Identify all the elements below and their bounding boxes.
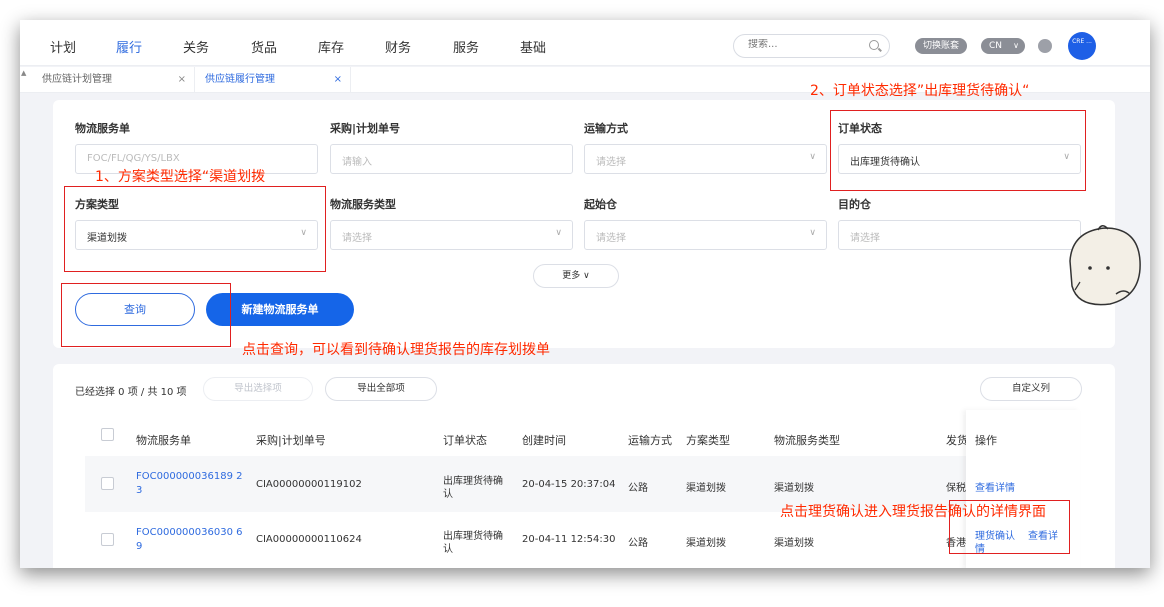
column-header: 创建时间 [522, 434, 566, 447]
purchase-no-field[interactable]: 请输入 [330, 144, 573, 174]
status-cell: 认 [443, 489, 453, 500]
nav-item-inventory[interactable]: 库存 [318, 37, 344, 56]
mascot-sticker-icon [1069, 225, 1141, 306]
view-details-link[interactable]: 查看详情 [975, 479, 1015, 494]
origin-warehouse-placeholder: 请选择 [596, 233, 626, 244]
language-label: CN [989, 41, 1003, 51]
switch-account-button[interactable]: 切换账套 [915, 38, 967, 54]
chevron-down-icon: ∨ [1013, 41, 1019, 50]
service-type-select[interactable]: 请选择 ∨ [330, 220, 573, 250]
tab-label: 供应链计划管理 [42, 74, 112, 85]
nav-item-plan[interactable]: 计划 [50, 37, 76, 56]
annotation-step1: 1、方案类型选择“渠道划拨 [95, 169, 266, 185]
service-type-cell: 渠道划拨 [774, 538, 814, 549]
status-cell: 认 [443, 544, 453, 555]
service-order-link[interactable]: 3 [136, 485, 142, 496]
annotation-query-note: 点击查询，可以看到待确认理货报告的库存划拨单 [242, 342, 550, 358]
created-time-cell: 20-04-15 20:37:04 [522, 479, 616, 490]
column-header: 方案类型 [686, 434, 730, 447]
collapse-arrow-icon[interactable]: ▲ [21, 69, 26, 77]
annotation-box-plan-type [64, 186, 326, 272]
column-header: 订单状态 [443, 434, 487, 447]
nav-item-goods[interactable]: 货品 [251, 37, 277, 56]
tab-supply-fulfillment[interactable]: 供应链履行管理 × [195, 67, 351, 93]
origin-warehouse-select[interactable]: 请选择 ∨ [584, 220, 827, 250]
transport-select[interactable]: 请选择 ∨ [584, 144, 827, 174]
annotation-box-order-status [830, 110, 1086, 191]
dest-warehouse-select[interactable]: 请选择 [838, 220, 1081, 250]
tab-label: 供应链履行管理 [205, 74, 275, 85]
transport-cell: 公路 [628, 538, 648, 549]
purchase-no-cell: CIA00000000110624 [256, 534, 362, 545]
service-order-link[interactable]: 9 [136, 541, 142, 552]
created-time-cell: 20-04-11 12:54:30 [522, 534, 616, 545]
search-icon[interactable] [869, 40, 879, 50]
origin-warehouse-label: 起始仓 [584, 198, 617, 211]
nav-item-fulfillment[interactable]: 履行 [116, 37, 142, 56]
plan-type-cell: 渠道划拨 [686, 538, 726, 549]
dest-warehouse-placeholder: 请选择 [850, 233, 880, 244]
search-box[interactable] [733, 34, 890, 58]
top-navigation: 计划 履行 关务 货品 库存 财务 服务 基础 切换账套 CN ∨ CRE ..… [20, 20, 1150, 66]
column-header: 发货 [946, 434, 968, 447]
annotation-detail-note: 点击理货确认进入理货报告确认的详情界面 [780, 504, 1046, 520]
service-order-link[interactable]: FOC000000036189 2 [136, 471, 243, 482]
column-header: 物流服务单 [136, 434, 191, 447]
plan-type-cell: 渠道划拨 [686, 483, 726, 494]
selection-count: 已经选择 0 项 / 共 10 项 [75, 387, 187, 398]
close-icon[interactable]: × [178, 67, 186, 93]
close-icon[interactable]: × [334, 67, 342, 93]
annotation-step2: 2、订单状态选择”出库理货待确认“ [810, 83, 1030, 99]
nav-item-service[interactable]: 服务 [453, 37, 479, 56]
row-checkbox[interactable] [101, 533, 114, 546]
avatar[interactable]: CRE ... [1068, 32, 1096, 60]
avatar-text: CRE ... [1072, 38, 1092, 45]
purchase-no-placeholder: 请输入 [342, 157, 372, 168]
column-header-operation: 操作 [975, 434, 997, 447]
service-type-label: 物流服务类型 [330, 198, 396, 211]
column-header: 物流服务类型 [774, 434, 840, 447]
purchase-no-label: 采购|计划单号 [330, 122, 401, 135]
chevron-down-icon: ∨ [809, 152, 816, 162]
transport-label: 运输方式 [584, 122, 628, 135]
tab-supply-plan[interactable]: 供应链计划管理 × [32, 67, 195, 93]
nav-item-finance[interactable]: 财务 [385, 37, 411, 56]
more-filters-button[interactable]: 更多 ∨ [533, 264, 619, 288]
transport-placeholder: 请选择 [596, 157, 626, 168]
export-selected-button[interactable]: 导出选择项 [203, 377, 313, 401]
customize-columns-button[interactable]: 自定义列 [980, 377, 1082, 401]
search-input[interactable] [748, 39, 858, 50]
annotation-box-query [61, 283, 231, 347]
column-header: 运输方式 [628, 434, 672, 447]
language-selector[interactable]: CN ∨ [981, 38, 1025, 54]
ship-cell: 保税 [946, 483, 966, 494]
nav-item-customs[interactable]: 关务 [183, 37, 209, 56]
chevron-down-icon: ∨ [555, 228, 562, 238]
transport-cell: 公路 [628, 483, 648, 494]
dest-warehouse-label: 目的仓 [838, 198, 871, 211]
row-checkbox[interactable] [101, 477, 114, 490]
nav-item-basic[interactable]: 基础 [520, 37, 546, 56]
service-no-label: 物流服务单 [75, 122, 130, 135]
service-type-cell: 渠道划拨 [774, 483, 814, 494]
purchase-no-cell: CIA00000000119102 [256, 479, 362, 490]
column-header: 采购|计划单号 [256, 434, 326, 447]
chevron-down-icon: ∨ [809, 228, 816, 238]
service-type-placeholder: 请选择 [342, 233, 372, 244]
service-order-link[interactable]: FOC000000036030 6 [136, 527, 243, 538]
service-no-placeholder: FOC/FL/QG/YS/LBX [87, 153, 180, 164]
notification-bell-icon[interactable] [1038, 39, 1052, 53]
select-all-checkbox[interactable] [101, 428, 114, 441]
export-all-button[interactable]: 导出全部项 [325, 377, 437, 401]
